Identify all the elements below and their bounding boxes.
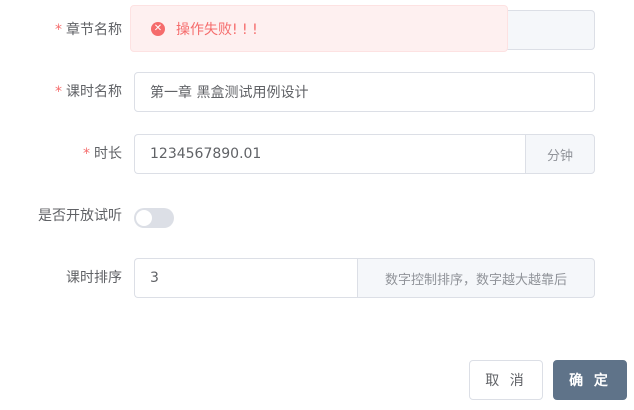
- trial-label: 是否开放试听: [38, 208, 122, 224]
- sort-input-wrap[interactable]: [134, 258, 357, 298]
- duration-unit: 分钟: [525, 134, 595, 174]
- duration-input-wrap[interactable]: [134, 134, 525, 174]
- lesson-name-input[interactable]: [135, 73, 594, 111]
- switch-knob: [136, 210, 152, 226]
- sort-input[interactable]: [135, 259, 357, 297]
- toast-message: 操作失败! ! !: [176, 21, 258, 38]
- lesson-name-field[interactable]: [134, 72, 595, 112]
- error-toast: ✕ 操作失败! ! !: [130, 5, 508, 52]
- trial-switch[interactable]: [134, 208, 174, 228]
- confirm-button[interactable]: 确 定: [553, 360, 627, 400]
- sort-label: 课时排序: [66, 270, 122, 286]
- duration-label: * 时长: [83, 146, 122, 162]
- lesson-edit-dialog: *章节名称 ✕ 操作失败! ! ! *课时名称 *时长 分钟 是否开放试听 课时…: [0, 0, 634, 410]
- lesson-name-label: * 课时名称: [55, 84, 122, 100]
- chapter-name-label: * 章节名称: [55, 22, 122, 38]
- duration-input[interactable]: [135, 135, 525, 173]
- required-mark: *: [55, 84, 62, 100]
- error-circle-icon: ✕: [151, 21, 165, 36]
- sort-field: 数字控制排序，数字越大越靠后: [134, 258, 595, 298]
- sort-hint: 数字控制排序，数字越大越靠后: [357, 258, 595, 298]
- cancel-button[interactable]: 取 消: [469, 360, 543, 400]
- required-mark: *: [83, 146, 90, 162]
- duration-field: 分钟: [134, 134, 595, 174]
- required-mark: *: [55, 22, 62, 38]
